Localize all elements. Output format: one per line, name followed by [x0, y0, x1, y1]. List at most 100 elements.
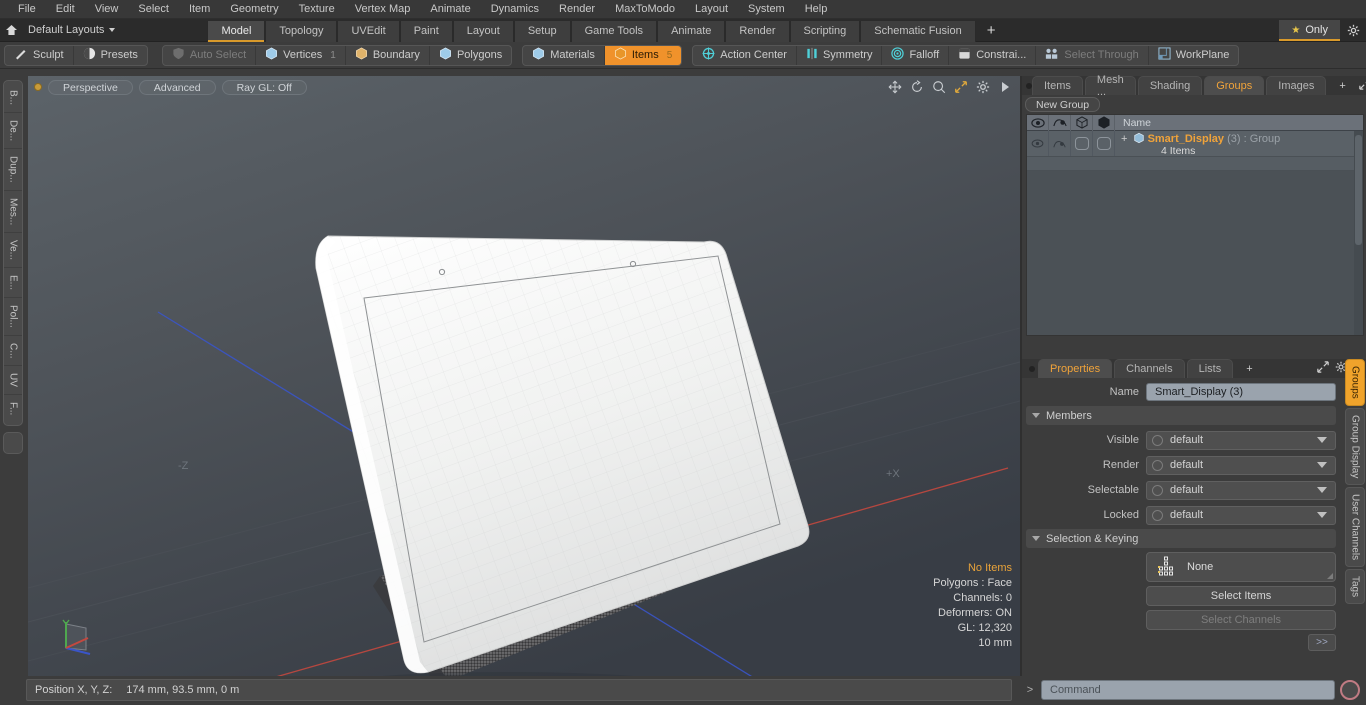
row-eye-icon[interactable]	[1027, 131, 1049, 156]
tab-groups[interactable]: Groups	[1204, 76, 1265, 95]
boundary-button[interactable]: Boundary	[346, 45, 430, 65]
action-center-button[interactable]: Action Center	[693, 45, 797, 65]
wire-cube-icon[interactable]	[1093, 115, 1115, 131]
tree-scrollbar-thumb[interactable]	[1355, 135, 1362, 245]
row-render-icon[interactable]	[1049, 131, 1071, 156]
visible-dropdown[interactable]: default	[1146, 430, 1336, 450]
channel-dot-icon[interactable]	[1152, 509, 1163, 521]
select-channels-button[interactable]: Select Channels	[1146, 610, 1336, 630]
tab-schematic-fusion[interactable]: Schematic Fusion	[860, 20, 976, 42]
vtab-groups[interactable]: Groups	[1345, 359, 1365, 406]
menu-item-file[interactable]: File	[8, 0, 46, 19]
select-through-button[interactable]: Select Through	[1036, 45, 1149, 65]
sculpt-button[interactable]: Sculpt	[5, 45, 74, 65]
left-tab-duplicate[interactable]: Dup...	[4, 149, 22, 191]
tab-layout[interactable]: Layout	[452, 20, 514, 42]
items-button[interactable]: Items 5	[604, 45, 682, 65]
tab-paint[interactable]: Paint	[399, 20, 453, 42]
menu-item-select[interactable]: Select	[128, 0, 179, 19]
eye-icon[interactable]	[1027, 115, 1049, 131]
auto-select-button[interactable]: Auto Select	[163, 45, 257, 65]
more-options-button[interactable]: >>	[1308, 634, 1336, 651]
members-section-header[interactable]: Members	[1026, 406, 1336, 425]
move-icon[interactable]	[887, 79, 902, 94]
locked-dropdown[interactable]: default	[1146, 505, 1336, 525]
tab-properties[interactable]: Properties	[1038, 359, 1113, 378]
new-group-button[interactable]: New Group	[1025, 97, 1101, 112]
vtab-tags[interactable]: Tags	[1345, 569, 1365, 605]
viewport-raygl-selector[interactable]: Ray GL: Off	[221, 79, 307, 95]
add-panel-tab-button[interactable]: +	[1328, 76, 1356, 95]
row-expander[interactable]: +	[1121, 133, 1127, 145]
tab-mesh[interactable]: Mesh ...	[1084, 74, 1136, 98]
zoom-icon[interactable]	[931, 79, 946, 94]
left-tab-basic[interactable]: B...	[4, 83, 22, 114]
tab-topology[interactable]: Topology	[265, 20, 338, 42]
layout-selector[interactable]: Default Layouts	[22, 19, 121, 42]
only-toggle-button[interactable]: ★ Only	[1279, 19, 1340, 41]
expand-icon[interactable]	[1359, 78, 1366, 93]
command-input[interactable]: Command	[1041, 680, 1335, 700]
left-tab-fusion[interactable]: F...	[4, 395, 22, 422]
add-properties-tab-button[interactable]: +	[1235, 359, 1263, 378]
tree-empty-row[interactable]	[1027, 157, 1363, 171]
viewport-menu-dot-icon[interactable]	[34, 83, 42, 91]
channel-dot-icon[interactable]	[1152, 434, 1163, 446]
record-icon[interactable]	[1340, 680, 1360, 700]
channel-dot-icon[interactable]	[1152, 484, 1163, 496]
tab-lists[interactable]: Lists	[1186, 359, 1234, 378]
viewport-projection-selector[interactable]: Perspective	[48, 79, 133, 95]
rotate-icon[interactable]	[909, 79, 924, 94]
row-shaded-toggle[interactable]	[1071, 131, 1093, 156]
tab-channels[interactable]: Channels	[1114, 359, 1185, 378]
symmetry-button[interactable]: Symmetry	[797, 45, 883, 65]
vertices-button[interactable]: Vertices 1	[256, 45, 346, 65]
menu-item-animate[interactable]: Animate	[420, 0, 480, 19]
workplane-button[interactable]: WorkPlane	[1149, 46, 1239, 65]
group-row-body[interactable]: + Smart_Display (3) : Group 4 Items	[1115, 131, 1363, 157]
render-icon[interactable]	[1049, 115, 1071, 131]
render-dropdown[interactable]: default	[1146, 455, 1336, 475]
name-field[interactable]: Smart_Display (3)	[1146, 383, 1336, 401]
tab-render[interactable]: Render	[725, 20, 790, 42]
menu-item-dynamics[interactable]: Dynamics	[481, 0, 549, 19]
menu-item-system[interactable]: System	[738, 0, 795, 19]
tree-empty-area[interactable]	[1027, 185, 1363, 335]
menu-item-item[interactable]: Item	[179, 0, 220, 19]
polygons-button[interactable]: Polygons	[430, 46, 511, 65]
materials-button[interactable]: Materials	[523, 45, 605, 65]
viewport-3d[interactable]: Perspective Advanced Ray GL: Off -Z +X N…	[28, 76, 1020, 676]
add-tab-button[interactable]: +	[976, 21, 1007, 42]
tab-scripting[interactable]: Scripting	[789, 20, 861, 42]
left-tab-deform[interactable]: De...	[4, 113, 22, 150]
menu-item-geometry[interactable]: Geometry	[220, 0, 288, 19]
menu-item-vertex-map[interactable]: Vertex Map	[345, 0, 421, 19]
tab-animate[interactable]: Animate	[657, 20, 726, 42]
properties-menu-dot-icon[interactable]	[1026, 359, 1038, 378]
selection-keying-section-header[interactable]: Selection & Keying	[1026, 529, 1336, 548]
table-row[interactable]: + Smart_Display (3) : Group 4 Items	[1027, 131, 1363, 157]
left-tab-vertex[interactable]: Ve...	[4, 233, 22, 269]
tab-items[interactable]: Items	[1032, 76, 1083, 95]
row-wire-toggle[interactable]	[1093, 131, 1115, 156]
gear-icon[interactable]	[975, 79, 990, 94]
vtab-user-channels[interactable]: User Channels	[1345, 487, 1365, 568]
tab-images[interactable]: Images	[1266, 76, 1327, 95]
fit-icon[interactable]	[953, 79, 968, 94]
menu-item-texture[interactable]: Texture	[289, 0, 345, 19]
menu-item-render[interactable]: Render	[549, 0, 605, 19]
left-tab-uv[interactable]: UV	[4, 366, 22, 396]
selectable-dropdown[interactable]: default	[1146, 480, 1336, 500]
falloff-button[interactable]: Falloff	[882, 45, 950, 65]
menu-item-view[interactable]: View	[85, 0, 129, 19]
tab-shading[interactable]: Shading	[1137, 76, 1203, 95]
menu-item-edit[interactable]: Edit	[46, 0, 85, 19]
tree-scrollbar[interactable]	[1354, 131, 1363, 335]
presets-button[interactable]: Presets	[74, 46, 147, 65]
menu-item-help[interactable]: Help	[795, 0, 838, 19]
shaded-cube-icon[interactable]	[1071, 115, 1093, 131]
tab-game-tools[interactable]: Game Tools	[570, 20, 658, 42]
left-tab-curve[interactable]: C...	[4, 336, 22, 367]
menu-item-maxtomodo[interactable]: MaxToModo	[605, 0, 685, 19]
selection-set-field[interactable]: None	[1146, 552, 1336, 582]
